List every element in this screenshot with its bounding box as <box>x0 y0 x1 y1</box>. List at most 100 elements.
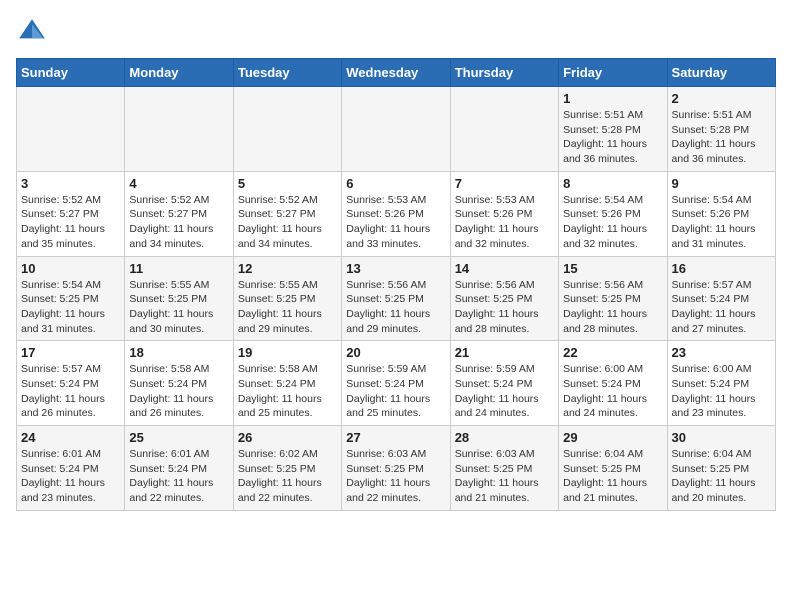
day-number: 2 <box>672 91 771 106</box>
calendar-cell <box>342 87 450 172</box>
day-number: 3 <box>21 176 120 191</box>
day-info: Sunrise: 5:57 AM Sunset: 5:24 PM Dayligh… <box>672 278 771 337</box>
calendar-cell: 19 Sunrise: 5:58 AM Sunset: 5:24 PM Dayli… <box>233 341 341 426</box>
calendar-table: SundayMondayTuesdayWednesdayThursdayFrid… <box>16 58 776 511</box>
day-info: Sunrise: 6:03 AM Sunset: 5:25 PM Dayligh… <box>455 447 554 506</box>
calendar-cell: 17 Sunrise: 5:57 AM Sunset: 5:24 PM Dayli… <box>17 341 125 426</box>
day-info: Sunrise: 5:52 AM Sunset: 5:27 PM Dayligh… <box>129 193 228 252</box>
week-row-5: 24 Sunrise: 6:01 AM Sunset: 5:24 PM Dayli… <box>17 426 776 511</box>
calendar-cell: 9 Sunrise: 5:54 AM Sunset: 5:26 PM Daylig… <box>667 171 775 256</box>
calendar-cell: 1 Sunrise: 5:51 AM Sunset: 5:28 PM Daylig… <box>559 87 667 172</box>
week-row-2: 3 Sunrise: 5:52 AM Sunset: 5:27 PM Daylig… <box>17 171 776 256</box>
calendar-cell: 7Sunrise: 5:53 AM Sunset: 5:26 PM Daylig… <box>450 171 558 256</box>
day-info: Sunrise: 5:55 AM Sunset: 5:25 PM Dayligh… <box>129 278 228 337</box>
calendar-cell: 6 Sunrise: 5:53 AM Sunset: 5:26 PM Daylig… <box>342 171 450 256</box>
day-info: Sunrise: 5:57 AM Sunset: 5:24 PM Dayligh… <box>21 362 120 421</box>
day-info: Sunrise: 5:56 AM Sunset: 5:25 PM Dayligh… <box>346 278 445 337</box>
day-info: Sunrise: 5:53 AM Sunset: 5:26 PM Dayligh… <box>455 193 554 252</box>
weekday-monday: Monday <box>125 59 233 87</box>
day-number: 28 <box>455 430 554 445</box>
day-info: Sunrise: 5:54 AM Sunset: 5:25 PM Dayligh… <box>21 278 120 337</box>
weekday-friday: Friday <box>559 59 667 87</box>
calendar-cell: 18Sunrise: 5:58 AM Sunset: 5:24 PM Dayli… <box>125 341 233 426</box>
day-info: Sunrise: 6:02 AM Sunset: 5:25 PM Dayligh… <box>238 447 337 506</box>
day-number: 30 <box>672 430 771 445</box>
calendar-cell: 20 Sunrise: 5:59 AM Sunset: 5:24 PM Dayli… <box>342 341 450 426</box>
calendar-cell: 5 Sunrise: 5:52 AM Sunset: 5:27 PM Daylig… <box>233 171 341 256</box>
day-info: Sunrise: 5:53 AM Sunset: 5:26 PM Dayligh… <box>346 193 445 252</box>
day-info: Sunrise: 5:51 AM Sunset: 5:28 PM Dayligh… <box>672 108 771 167</box>
calendar-cell: 26 Sunrise: 6:02 AM Sunset: 5:25 PM Dayli… <box>233 426 341 511</box>
calendar-body: 1 Sunrise: 5:51 AM Sunset: 5:28 PM Daylig… <box>17 87 776 511</box>
day-info: Sunrise: 5:55 AM Sunset: 5:25 PM Dayligh… <box>238 278 337 337</box>
day-info: Sunrise: 5:52 AM Sunset: 5:27 PM Dayligh… <box>238 193 337 252</box>
day-info: Sunrise: 5:56 AM Sunset: 5:25 PM Dayligh… <box>563 278 662 337</box>
calendar-cell: 14 Sunrise: 5:56 AM Sunset: 5:25 PM Dayli… <box>450 256 558 341</box>
day-number: 9 <box>672 176 771 191</box>
day-info: Sunrise: 5:58 AM Sunset: 5:24 PM Dayligh… <box>238 362 337 421</box>
calendar-cell: 21 Sunrise: 5:59 AM Sunset: 5:24 PM Dayli… <box>450 341 558 426</box>
day-info: Sunrise: 5:54 AM Sunset: 5:26 PM Dayligh… <box>672 193 771 252</box>
weekday-tuesday: Tuesday <box>233 59 341 87</box>
calendar-cell: 2 Sunrise: 5:51 AM Sunset: 5:28 PM Daylig… <box>667 87 775 172</box>
day-info: Sunrise: 5:59 AM Sunset: 5:24 PM Dayligh… <box>455 362 554 421</box>
day-number: 13 <box>346 261 445 276</box>
weekday-saturday: Saturday <box>667 59 775 87</box>
day-info: Sunrise: 6:01 AM Sunset: 5:24 PM Dayligh… <box>21 447 120 506</box>
day-info: Sunrise: 6:03 AM Sunset: 5:25 PM Dayligh… <box>346 447 445 506</box>
calendar-cell: 16 Sunrise: 5:57 AM Sunset: 5:24 PM Dayli… <box>667 256 775 341</box>
calendar-cell: 30 Sunrise: 6:04 AM Sunset: 5:25 PM Dayli… <box>667 426 775 511</box>
logo <box>16 16 52 48</box>
day-info: Sunrise: 6:00 AM Sunset: 5:24 PM Dayligh… <box>563 362 662 421</box>
day-number: 23 <box>672 345 771 360</box>
calendar-cell: 13 Sunrise: 5:56 AM Sunset: 5:25 PM Dayli… <box>342 256 450 341</box>
day-info: Sunrise: 6:04 AM Sunset: 5:25 PM Dayligh… <box>672 447 771 506</box>
calendar-cell: 11 Sunrise: 5:55 AM Sunset: 5:25 PM Dayli… <box>125 256 233 341</box>
day-number: 11 <box>129 261 228 276</box>
day-number: 8 <box>563 176 662 191</box>
day-number: 18 <box>129 345 228 360</box>
calendar-cell: 3 Sunrise: 5:52 AM Sunset: 5:27 PM Daylig… <box>17 171 125 256</box>
day-number: 5 <box>238 176 337 191</box>
day-number: 29 <box>563 430 662 445</box>
calendar-cell <box>17 87 125 172</box>
day-number: 20 <box>346 345 445 360</box>
day-number: 26 <box>238 430 337 445</box>
calendar-header: SundayMondayTuesdayWednesdayThursdayFrid… <box>17 59 776 87</box>
day-number: 25 <box>129 430 228 445</box>
week-row-4: 17 Sunrise: 5:57 AM Sunset: 5:24 PM Dayli… <box>17 341 776 426</box>
day-info: Sunrise: 6:01 AM Sunset: 5:24 PM Dayligh… <box>129 447 228 506</box>
day-number: 24 <box>21 430 120 445</box>
calendar-cell: 8Sunrise: 5:54 AM Sunset: 5:26 PM Daylig… <box>559 171 667 256</box>
day-number: 14 <box>455 261 554 276</box>
day-number: 6 <box>346 176 445 191</box>
calendar-cell: 22 Sunrise: 6:00 AM Sunset: 5:24 PM Dayli… <box>559 341 667 426</box>
day-info: Sunrise: 6:00 AM Sunset: 5:24 PM Dayligh… <box>672 362 771 421</box>
day-number: 16 <box>672 261 771 276</box>
day-number: 17 <box>21 345 120 360</box>
day-number: 22 <box>563 345 662 360</box>
calendar-cell <box>125 87 233 172</box>
day-info: Sunrise: 6:04 AM Sunset: 5:25 PM Dayligh… <box>563 447 662 506</box>
day-number: 1 <box>563 91 662 106</box>
day-info: Sunrise: 5:51 AM Sunset: 5:28 PM Dayligh… <box>563 108 662 167</box>
weekday-header-row: SundayMondayTuesdayWednesdayThursdayFrid… <box>17 59 776 87</box>
day-number: 19 <box>238 345 337 360</box>
calendar-cell <box>450 87 558 172</box>
calendar-cell: 27Sunrise: 6:03 AM Sunset: 5:25 PM Dayli… <box>342 426 450 511</box>
weekday-sunday: Sunday <box>17 59 125 87</box>
calendar-cell: 24 Sunrise: 6:01 AM Sunset: 5:24 PM Dayli… <box>17 426 125 511</box>
day-info: Sunrise: 5:52 AM Sunset: 5:27 PM Dayligh… <box>21 193 120 252</box>
calendar-cell: 4Sunrise: 5:52 AM Sunset: 5:27 PM Daylig… <box>125 171 233 256</box>
day-info: Sunrise: 5:59 AM Sunset: 5:24 PM Dayligh… <box>346 362 445 421</box>
week-row-3: 10Sunrise: 5:54 AM Sunset: 5:25 PM Dayli… <box>17 256 776 341</box>
calendar-cell: 12Sunrise: 5:55 AM Sunset: 5:25 PM Dayli… <box>233 256 341 341</box>
day-number: 21 <box>455 345 554 360</box>
calendar-cell <box>233 87 341 172</box>
day-number: 15 <box>563 261 662 276</box>
calendar-cell: 25 Sunrise: 6:01 AM Sunset: 5:24 PM Dayli… <box>125 426 233 511</box>
day-info: Sunrise: 5:56 AM Sunset: 5:25 PM Dayligh… <box>455 278 554 337</box>
logo-icon <box>16 16 48 48</box>
calendar-cell: 28 Sunrise: 6:03 AM Sunset: 5:25 PM Dayli… <box>450 426 558 511</box>
week-row-1: 1 Sunrise: 5:51 AM Sunset: 5:28 PM Daylig… <box>17 87 776 172</box>
